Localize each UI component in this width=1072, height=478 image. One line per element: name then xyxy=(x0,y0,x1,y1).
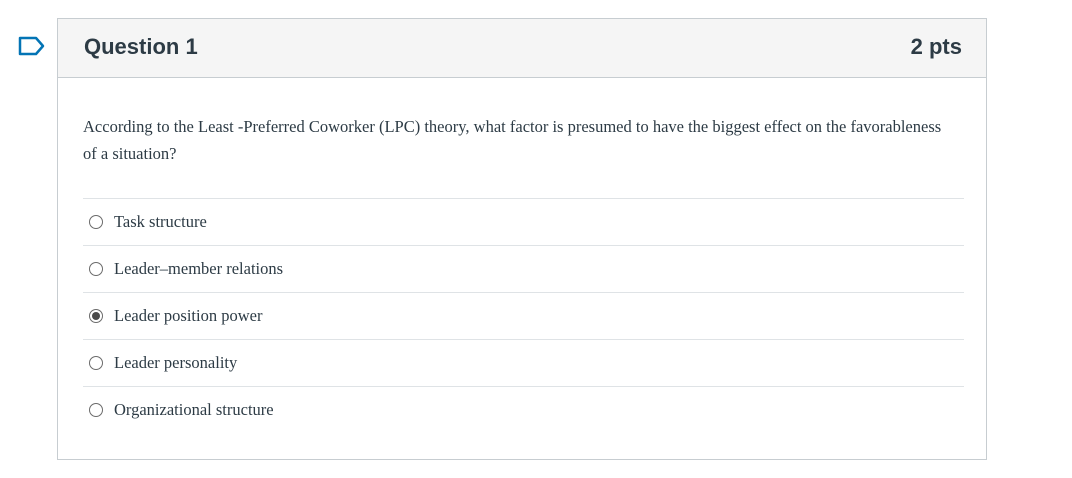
question-card: Question 1 2 pts According to the Least … xyxy=(57,18,987,460)
answer-option-organizational-structure[interactable]: Organizational structure xyxy=(83,386,964,433)
answer-label: Task structure xyxy=(114,212,207,231)
flag-question-icon[interactable] xyxy=(18,36,46,56)
question-header: Question 1 2 pts xyxy=(58,19,986,78)
radio-button[interactable] xyxy=(89,215,103,229)
answer-label: Organizational structure xyxy=(114,400,274,419)
radio-button-selected[interactable] xyxy=(89,309,103,323)
answer-option-leader-personality[interactable]: Leader personality xyxy=(83,339,964,386)
question-title: Question 1 xyxy=(84,34,198,59)
answer-option-leader-member-relations[interactable]: Leader–member relations xyxy=(83,245,964,292)
answer-label: Leader position power xyxy=(114,306,263,325)
answer-label: Leader–member relations xyxy=(114,259,284,278)
radio-button[interactable] xyxy=(89,262,103,276)
answer-list: Task structure Leader–member relations L… xyxy=(83,198,964,433)
radio-button[interactable] xyxy=(89,403,103,417)
answer-option-task-structure[interactable]: Task structure xyxy=(83,198,964,245)
answer-option-leader-position-power[interactable]: Leader position power xyxy=(83,292,964,339)
answer-label: Leader personality xyxy=(114,353,238,372)
radio-button[interactable] xyxy=(89,356,103,370)
question-text: According to the Least -Preferred Cowork… xyxy=(83,117,942,163)
question-points: 2 pts xyxy=(910,34,962,59)
